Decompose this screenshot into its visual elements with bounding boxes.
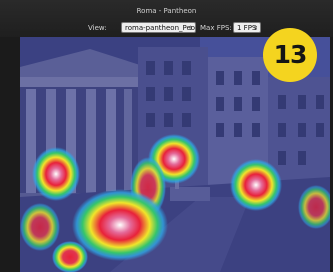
fps-select[interactable]: 1 FPS ⇕ [233,22,261,33]
heat-blob-right [230,159,282,211]
window-title: Roma - Pantheon [136,7,197,15]
view-select-value: roma-pantheon_People [125,24,196,32]
heat-blob-left [32,147,80,201]
heat-blob-main [72,189,168,261]
fps-label: Max FPS: [200,24,232,32]
step-number-badge: 13 [263,28,317,82]
select-arrow-icon: ⇕ [252,25,258,32]
view-select[interactable]: roma-pantheon_People ⇕ [121,22,196,33]
heat-blob-bottom-left [52,241,88,272]
select-arrow-icon: ⇕ [187,25,193,32]
view-label: View: [88,24,107,32]
